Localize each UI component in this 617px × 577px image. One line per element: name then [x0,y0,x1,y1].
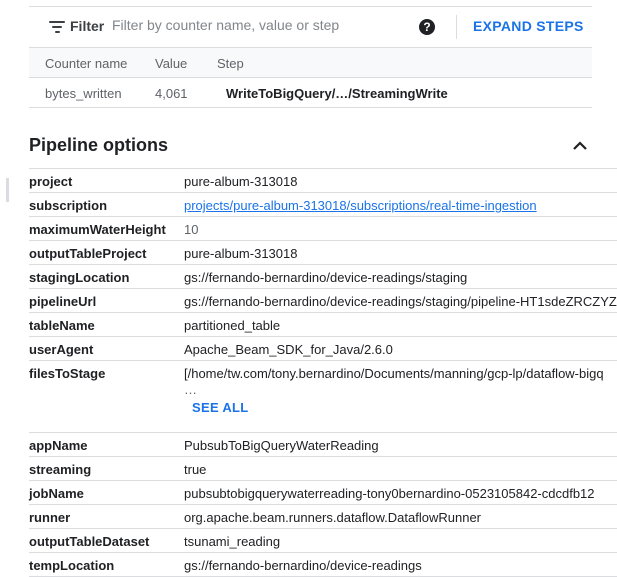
column-header-step[interactable]: Step [217,56,244,71]
filter-label[interactable]: Filter [70,18,104,34]
option-key: filesToStage [29,366,106,381]
option-value: org.apache.beam.runners.dataflow.Dataflo… [184,510,482,525]
option-value: pubsubtobigquerywaterreading-tony0bernar… [184,486,595,501]
counter-table-header: Counter name Value Step [29,48,592,78]
counter-step: WriteToBigQuery/…/StreamingWrite [226,86,448,101]
option-value: gs://fernando-bernardino/device-readings… [184,270,468,285]
option-key: project [29,174,73,189]
option-key: maximumWaterHeight [29,222,166,237]
option-key: streaming [29,462,92,477]
option-row: streaming true [29,457,617,481]
option-key: userAgent [29,342,94,357]
option-row: appName PubsubToBigQueryWaterReading [29,433,617,457]
chevron-up-icon[interactable] [569,135,591,157]
option-row: pipelineUrl gs://fernando-bernardino/dev… [29,289,617,313]
option-value: 10 [184,222,199,237]
resize-handle[interactable] [6,178,9,202]
option-key: stagingLocation [29,270,130,285]
option-key: appName [29,438,88,453]
help-icon[interactable]: ? [419,19,435,35]
option-row: tableName partitioned_table [29,313,617,337]
counter-value: 4,061 [155,86,188,101]
option-key: subscription [29,198,108,213]
option-row: outputTableProject pure-album-313018 [29,241,617,265]
divider [456,15,457,39]
filter-icon[interactable] [49,21,65,33]
option-value: tsunami_reading [184,534,281,549]
option-value: partitioned_table [184,318,281,333]
option-value: pure-album-313018 [184,246,298,261]
option-key: outputTableDataset [29,534,150,549]
option-value: gs://fernando-bernardino/device-readings [184,558,422,573]
option-key: tempLocation [29,558,115,573]
option-value: gs://fernando-bernardino/device-readings… [184,294,617,309]
option-value: [/home/tw.com/tony.bernardino/Documents/… [184,366,604,381]
truncation-ellipsis: … [184,382,197,397]
table-row: bytes_written 4,061 WriteToBigQuery/…/St… [29,78,592,108]
option-key: tableName [29,318,95,333]
option-row: tempLocation gs://fernando-bernardino/de… [29,553,617,577]
option-row: runner org.apache.beam.runners.dataflow.… [29,505,617,529]
filter-input[interactable] [112,17,412,33]
section-title: Pipeline options [29,135,169,155]
counter-name: bytes_written [45,86,122,101]
option-value: true [184,462,207,477]
option-row: maximumWaterHeight 10 [29,217,617,241]
option-row: subscription projects/pure-album-313018/… [29,193,617,217]
option-row: stagingLocation gs://fernando-bernardino… [29,265,617,289]
option-row: userAgent Apache_Beam_SDK_for_Java/2.6.0 [29,337,617,361]
column-header-counter-name[interactable]: Counter name [45,56,127,71]
option-value: PubsubToBigQueryWaterReading [184,438,379,453]
option-row: filesToStage [/home/tw.com/tony.bernardi… [29,361,617,433]
option-value: Apache_Beam_SDK_for_Java/2.6.0 [184,342,393,357]
option-row: project pure-album-313018 [29,169,617,193]
option-row: outputTableDataset tsunami_reading [29,529,617,553]
option-key: pipelineUrl [29,294,97,309]
pipeline-options-table: project pure-album-313018 subscription p… [29,168,617,577]
subscription-link[interactable]: projects/pure-album-313018/subscriptions… [184,198,537,213]
option-value: pure-album-313018 [184,174,298,189]
filter-bar: Filter ? EXPAND STEPS [29,7,592,48]
see-all-button[interactable]: SEE ALL [192,400,249,415]
option-key: runner [29,510,71,525]
option-row: jobName pubsubtobigquerywaterreading-ton… [29,481,617,505]
option-key: jobName [29,486,84,501]
option-key: outputTableProject [29,246,147,261]
counters-panel: Filter ? EXPAND STEPS Counter name Value… [29,6,592,108]
expand-steps-button[interactable]: EXPAND STEPS [473,18,584,34]
column-header-value[interactable]: Value [155,56,187,71]
